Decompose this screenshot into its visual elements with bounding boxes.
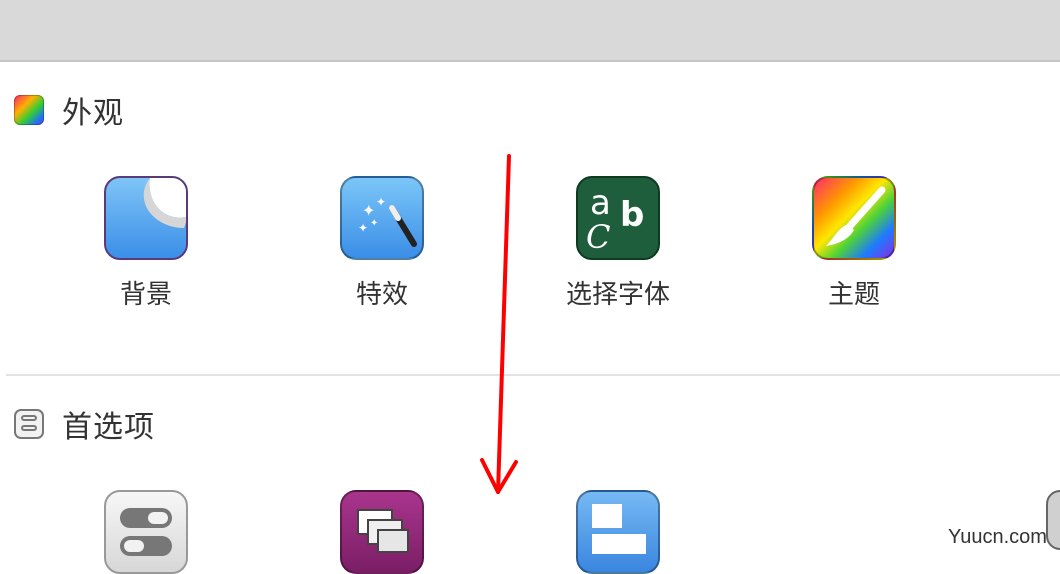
magic-wand-icon: ✦ ✦ ✦ ✦	[340, 176, 424, 260]
pref-item-label: 背景	[119, 280, 172, 310]
pref-item-label: 主题	[827, 280, 880, 310]
font-icon-letter-c: C	[586, 218, 610, 256]
annotation-arrow-icon	[480, 154, 518, 494]
partial-pref-item-icon[interactable]	[1046, 490, 1060, 550]
font-icon-letter-a: a	[590, 183, 611, 223]
windows-stack-icon	[340, 490, 424, 574]
window-title-bar	[0, 0, 1060, 62]
section-title-appearance: 外观	[62, 96, 124, 131]
paintbrush-icon	[812, 176, 896, 260]
pref-item-layout[interactable]	[518, 490, 718, 574]
svg-text:✦: ✦	[358, 221, 368, 235]
watermark-text: Yuucn.com	[948, 526, 1047, 548]
pref-item-effects[interactable]: ✦ ✦ ✦ ✦ 特效	[282, 176, 482, 311]
pref-item-windows[interactable]	[282, 490, 482, 574]
layout-panels-icon	[576, 490, 660, 574]
font-icon-letter-b: b	[620, 195, 644, 235]
background-page-icon	[104, 176, 188, 260]
section-title-preferences: 首选项	[62, 410, 155, 445]
appearance-category-icon	[14, 95, 44, 125]
font-abc-icon: a b C	[576, 176, 660, 260]
pref-item-background[interactable]: 背景	[46, 176, 246, 311]
toggles-icon	[104, 490, 188, 574]
pref-item-label: 选择字体	[565, 280, 670, 310]
pref-item-toggles[interactable]	[46, 490, 246, 574]
svg-text:✦: ✦	[376, 195, 386, 209]
section-header-preferences: 首选项	[14, 402, 155, 446]
section-header-appearance: 外观	[14, 88, 124, 132]
pref-item-label: 特效	[355, 280, 408, 310]
pref-item-theme[interactable]: 主题	[754, 176, 954, 311]
svg-text:✦: ✦	[370, 218, 378, 229]
preferences-category-icon	[14, 409, 44, 439]
